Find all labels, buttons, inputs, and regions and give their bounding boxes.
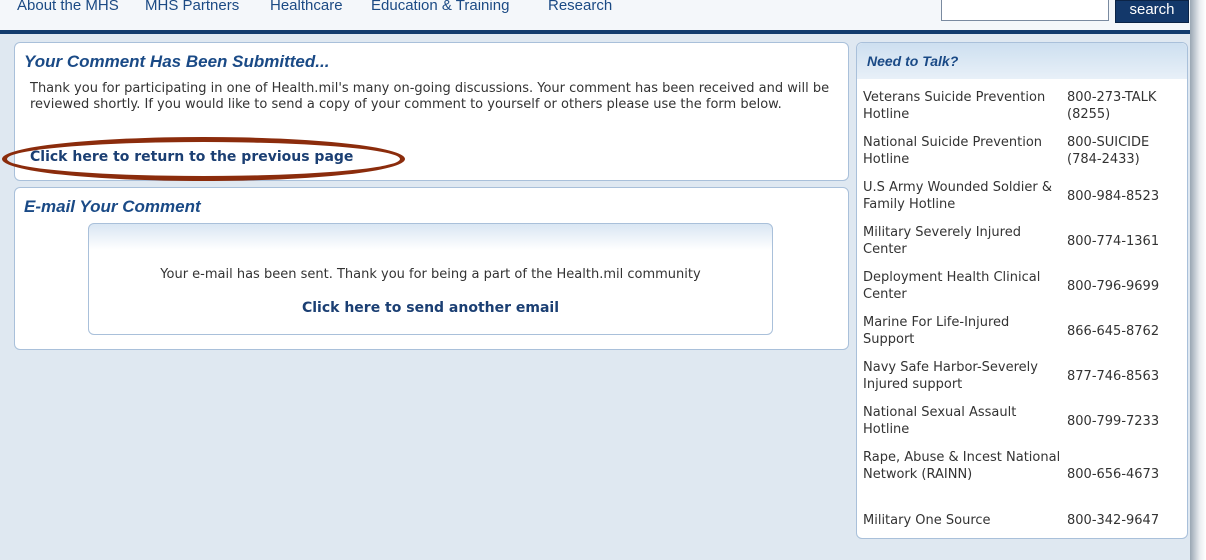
email-status-box: Your e-mail has been sent. Thank you for… [88, 223, 773, 335]
hotline-phone: 800-SUICIDE (784-2433) [1067, 135, 1150, 167]
nav-mhs-partners[interactable]: MHS Partners [145, 0, 239, 14]
hotline-name: National Suicide Prevention Hotline [863, 135, 1043, 167]
email-comment-panel: E-mail Your Comment Your e-mail has been… [14, 187, 849, 350]
hotline-name: National Sexual Assault Hotline [863, 405, 1017, 437]
search-button[interactable]: search [1115, 0, 1189, 23]
submitted-title: Your Comment Has Been Submitted... [24, 52, 330, 71]
need-to-talk-panel: Need to Talk? Veterans Suicide Preventio… [856, 42, 1188, 539]
hotline-phone: 866-645-8762 [1067, 324, 1160, 339]
hotline-phone: 800-774-1361 [1067, 234, 1160, 249]
highlight-oval-annotation [2, 137, 405, 181]
hotline-phone: 800-796-9699 [1067, 279, 1160, 294]
hotline-phone: 800-799-7233 [1067, 414, 1160, 429]
window-edge-shadow [1190, 0, 1206, 560]
need-to-talk-header: Need to Talk? [857, 43, 1187, 79]
hotline-name: U.S Army Wounded Soldier & Family Hotlin… [863, 180, 1052, 212]
hotline-phone: 800-273-TALK (8255) [1067, 90, 1157, 122]
hotline-phone: 800-656-4673 [1067, 467, 1160, 482]
need-to-talk-title: Need to Talk? [867, 53, 959, 69]
search-input[interactable] [941, 0, 1109, 21]
hotline-phone: 800-984-8523 [1067, 189, 1160, 204]
hotline-phone: 800-342-9647 [1067, 513, 1160, 528]
top-navigation: About the MHS MHS Partners Healthcare Ed… [0, 0, 1190, 34]
email-title: E-mail Your Comment [24, 197, 201, 216]
hotline-name: Navy Safe Harbor-Severely Injured suppor… [863, 360, 1038, 392]
hotline-name: Military One Source [863, 513, 991, 528]
hotline-name: Deployment Health Clinical Center [863, 270, 1041, 302]
nav-research[interactable]: Research [548, 0, 612, 14]
hotline-phone: 877-746-8563 [1067, 369, 1160, 384]
hotline-name: Veterans Suicide Prevention Hotline [863, 90, 1046, 122]
nav-about-mhs[interactable]: About the MHS [17, 0, 119, 14]
hotline-name: Military Severely Injured Center [863, 225, 1021, 257]
nav-healthcare[interactable]: Healthcare [270, 0, 343, 14]
nav-education-training[interactable]: Education & Training [371, 0, 509, 14]
send-another-email-link[interactable]: Click here to send another email [89, 300, 772, 316]
submitted-message: Thank you for participating in one of He… [30, 81, 830, 112]
email-sent-message: Your e-mail has been sent. Thank you for… [160, 267, 701, 282]
hotline-name: Rape, Abuse & Incest National Network (R… [863, 450, 1061, 482]
hotline-name: Marine For Life-Injured Support [863, 315, 1010, 347]
